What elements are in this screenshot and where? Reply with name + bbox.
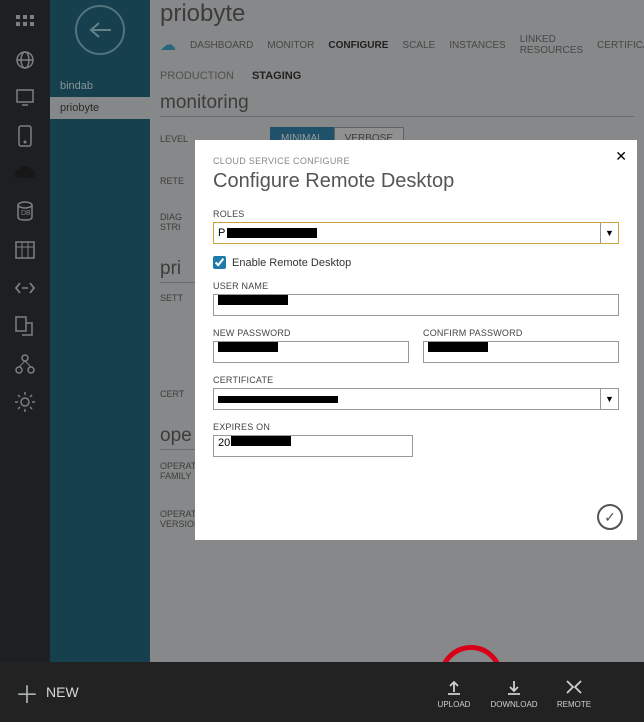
expires-label: EXPIRES ON: [213, 422, 619, 432]
expires-value: 20: [218, 437, 230, 449]
download-label: DOWNLOAD: [490, 700, 537, 709]
cert-label: CERTIFICATE: [213, 375, 619, 385]
newpw-input[interactable]: [213, 341, 409, 363]
redacted: [231, 436, 291, 446]
cert-select[interactable]: ▼: [213, 388, 619, 410]
roles-value: P: [218, 227, 225, 239]
username-input[interactable]: [213, 294, 619, 316]
redacted: [218, 396, 338, 403]
redacted: [428, 342, 488, 352]
new-button[interactable]: ＋ NEW: [0, 662, 95, 722]
confpw-input[interactable]: [423, 341, 619, 363]
roles-select[interactable]: P ▼: [213, 222, 619, 244]
remote-button[interactable]: REMOTE: [544, 676, 604, 709]
plus-icon: ＋: [16, 681, 38, 703]
ok-button[interactable]: ✓: [597, 504, 623, 530]
remote-label: REMOTE: [557, 700, 591, 709]
confpw-label: CONFIRM PASSWORD: [423, 328, 619, 338]
enable-remote-desktop-checkbox[interactable]: Enable Remote Desktop: [213, 256, 619, 269]
upload-label: UPLOAD: [438, 700, 471, 709]
command-bar: ＋ NEW UPLOAD DOWNLOAD REMOTE: [0, 662, 644, 722]
redacted: [218, 342, 278, 352]
chevron-down-icon[interactable]: ▼: [600, 389, 618, 409]
remote-icon: [564, 676, 584, 698]
download-icon: [505, 676, 523, 698]
redacted: [227, 228, 317, 238]
expires-input[interactable]: 20: [213, 435, 413, 457]
chevron-down-icon[interactable]: ▼: [600, 223, 618, 243]
upload-icon: [445, 676, 463, 698]
roles-label: ROLES: [213, 209, 619, 219]
redacted: [218, 295, 288, 305]
username-label: USER NAME: [213, 281, 619, 291]
newpw-label: NEW PASSWORD: [213, 328, 409, 338]
new-label: NEW: [46, 684, 79, 700]
configure-remote-desktop-modal: ✕ CLOUD SERVICE CONFIGURE Configure Remo…: [195, 140, 637, 540]
enable-checkbox-input[interactable]: [213, 256, 226, 269]
enable-label: Enable Remote Desktop: [232, 257, 351, 269]
modal-crumb: CLOUD SERVICE CONFIGURE: [213, 156, 619, 166]
download-button[interactable]: DOWNLOAD: [484, 676, 544, 709]
modal-title: Configure Remote Desktop: [213, 170, 619, 193]
upload-button[interactable]: UPLOAD: [424, 676, 484, 709]
close-icon[interactable]: ✕: [615, 148, 627, 165]
